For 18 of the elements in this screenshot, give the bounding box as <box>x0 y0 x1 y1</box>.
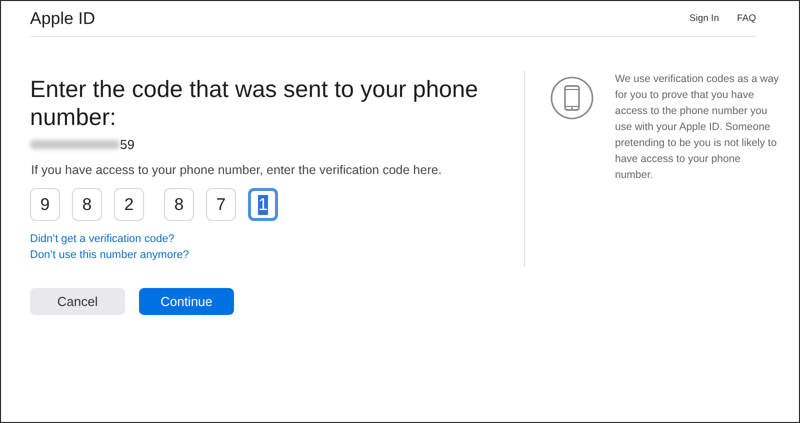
phone-number: 59 <box>120 136 134 152</box>
code-digit-field[interactable]: 1 <box>248 188 278 221</box>
page-heading: Enter the code that was sent to your phone number: <box>30 75 480 131</box>
info-text: We use verification codes as a way for you to prove that you have access to the phone number you use with your Apple ID. Someone pretending to be you is not likely to have access to your phone number. <box>615 72 780 183</box>
nav-link[interactable]: Sign In <box>689 13 719 24</box>
action-button[interactable]: Continue <box>139 288 234 315</box>
code-digit-field[interactable]: 8 <box>72 188 102 221</box>
help-link[interactable]: Don’t use this number anymore? <box>30 249 524 261</box>
instruction-text: If you have access to your phone number, enter the verification code here. <box>31 163 443 177</box>
code-digit-field[interactable]: 8 <box>164 188 194 221</box>
code-digit-field[interactable]: 7 <box>206 188 236 221</box>
nav-link[interactable]: FAQ <box>736 13 756 24</box>
site-title: Apple ID <box>30 8 96 28</box>
code-digit-field[interactable]: 2 <box>114 188 144 221</box>
help-link[interactable]: Didn’t get a verification code? <box>30 233 524 245</box>
smartphone-icon <box>550 76 594 120</box>
action-button[interactable]: Cancel <box>30 288 125 315</box>
code-digit-field[interactable]: 9 <box>30 188 60 221</box>
